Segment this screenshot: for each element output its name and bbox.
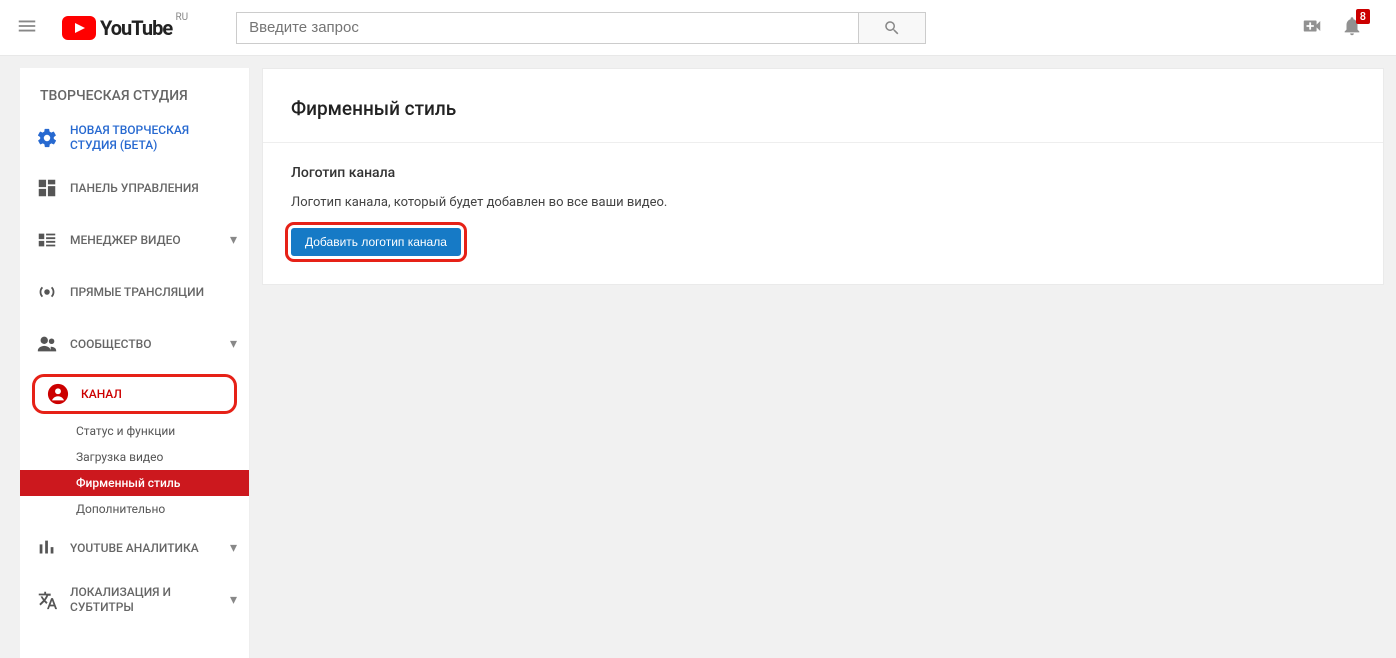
sidebar-item-video-manager[interactable]: МЕНЕДЖЕР ВИДЕО ▾: [20, 214, 249, 266]
chevron-down-icon: ▾: [230, 540, 237, 556]
subitem-upload[interactable]: Загрузка видео: [20, 444, 249, 470]
chevron-down-icon: ▾: [230, 232, 237, 248]
section-heading: Логотип канала: [291, 165, 1355, 181]
creator-studio-sidebar: ТВОРЧЕСКАЯ СТУДИЯ НОВАЯ ТВОРЧЕСКАЯ СТУДИ…: [20, 68, 250, 658]
main-content: Фирменный стиль Логотип канала Логотип к…: [250, 56, 1396, 658]
sidebar-item-dashboard[interactable]: ПАНЕЛЬ УПРАВЛЕНИЯ: [20, 162, 249, 214]
sidebar-item-label: НОВАЯ ТВОРЧЕСКАЯ СТУДИЯ (БЕТА): [62, 123, 237, 153]
search-box: [236, 12, 926, 44]
search-input[interactable]: [236, 12, 858, 44]
sidebar-item-label: ЛОКАЛИЗАЦИЯ И СУБТИТРЫ: [62, 585, 230, 615]
sidebar-title: ТВОРЧЕСКАЯ СТУДИЯ: [20, 88, 249, 114]
people-icon: [32, 333, 62, 355]
logo-country: RU: [176, 12, 189, 23]
section-description: Логотип канала, который будет добавлен в…: [291, 195, 1355, 210]
sidebar-item-label: YOUTUBE АНАЛИТИКА: [62, 541, 230, 556]
person-circle-icon: [43, 383, 73, 405]
notifications-icon[interactable]: 8: [1332, 15, 1372, 41]
channel-submenu: Статус и функции Загрузка видео Фирменны…: [20, 418, 249, 522]
chevron-down-icon: ▾: [230, 592, 237, 608]
sidebar-item-label: СООБЩЕСТВО: [62, 337, 230, 352]
translate-icon: [32, 589, 62, 611]
gear-icon: [32, 127, 62, 149]
sidebar-item-label: ПРЯМЫЕ ТРАНСЛЯЦИИ: [62, 285, 237, 300]
subitem-advanced[interactable]: Дополнительно: [20, 496, 249, 522]
logo-wordmark: YouTube: [100, 16, 172, 40]
sidebar-item-community[interactable]: СООБЩЕСТВО ▾: [20, 318, 249, 370]
youtube-logo[interactable]: YouTube RU: [62, 16, 172, 40]
hamburger-icon[interactable]: [16, 15, 38, 41]
notification-count-badge: 8: [1356, 9, 1370, 24]
subitem-status[interactable]: Статус и функции: [20, 418, 249, 444]
sidebar-item-channel[interactable]: КАНАЛ: [32, 374, 237, 414]
search-icon: [883, 19, 901, 37]
app-header: YouTube RU 8: [0, 0, 1396, 56]
branding-card: Фирменный стиль Логотип канала Логотип к…: [262, 68, 1384, 285]
sidebar-item-label: ПАНЕЛЬ УПРАВЛЕНИЯ: [62, 181, 237, 196]
dashboard-icon: [32, 177, 62, 199]
sidebar-item-localization[interactable]: ЛОКАЛИЗАЦИЯ И СУБТИТРЫ ▾: [20, 574, 249, 626]
search-button[interactable]: [858, 12, 926, 44]
subitem-branding[interactable]: Фирменный стиль: [20, 470, 249, 496]
page-title: Фирменный стиль: [291, 97, 1355, 120]
chevron-down-icon: ▾: [230, 336, 237, 352]
add-channel-logo-button[interactable]: Добавить логотип канала: [291, 228, 461, 256]
camera-upload-icon[interactable]: [1292, 15, 1332, 41]
live-icon: [32, 281, 62, 303]
bar-chart-icon: [32, 537, 62, 559]
card-body: Логотип канала Логотип канала, который б…: [263, 143, 1383, 284]
video-list-icon: [32, 229, 62, 251]
card-header: Фирменный стиль: [263, 69, 1383, 143]
sidebar-item-label: КАНАЛ: [73, 387, 226, 402]
sidebar-item-label: МЕНЕДЖЕР ВИДЕО: [62, 233, 230, 248]
sidebar-item-live[interactable]: ПРЯМЫЕ ТРАНСЛЯЦИИ: [20, 266, 249, 318]
sidebar-item-studio-beta[interactable]: НОВАЯ ТВОРЧЕСКАЯ СТУДИЯ (БЕТА): [20, 114, 249, 162]
sidebar-item-analytics[interactable]: YOUTUBE АНАЛИТИКА ▾: [20, 522, 249, 574]
